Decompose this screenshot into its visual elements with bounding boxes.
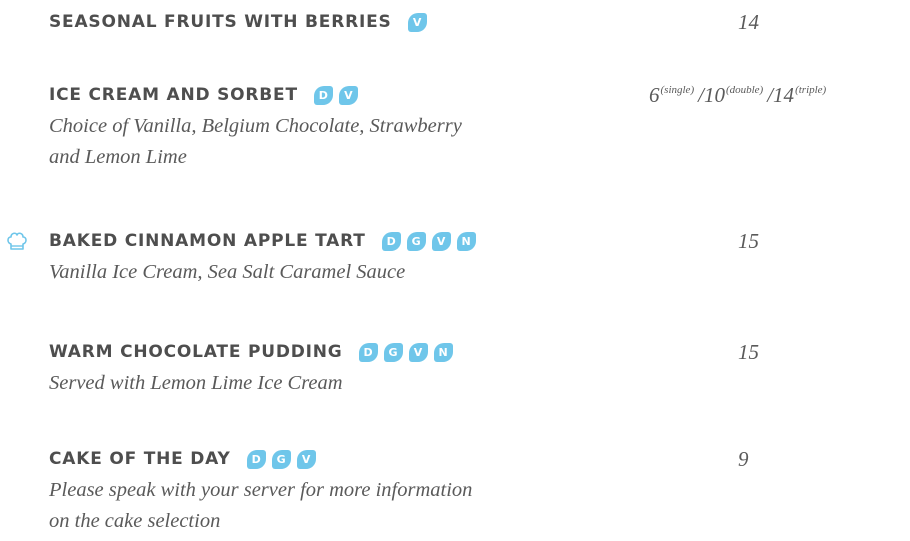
menu-item-seasonal-fruits: SEASONAL FRUITS WITH BERRIES V 14 xyxy=(49,9,909,35)
item-header: WARM CHOCOLATE PUDDING D G V N xyxy=(49,339,909,365)
menu-item-cake-of-the-day: CAKE OF THE DAY D G V Please speak with … xyxy=(49,446,909,537)
item-price: 6(single)/10(double)/14(triple) xyxy=(649,83,830,108)
description-line: and Lemon Lime xyxy=(49,146,187,168)
dietary-badges: D G V N xyxy=(358,342,459,362)
gluten-badge: G xyxy=(271,449,291,469)
description-line: Served with Lemon Lime Ice Cream xyxy=(49,372,343,394)
vegetarian-badge: V xyxy=(338,85,358,105)
item-description: Served with Lemon Lime Ice Cream xyxy=(49,368,909,399)
item-price: 9 xyxy=(738,447,749,471)
price-note-triple: (triple) xyxy=(795,84,827,96)
item-description: Choice of Vanilla, Belgium Chocolate, St… xyxy=(49,111,909,173)
item-name: BAKED CINNAMON APPLE TART xyxy=(49,231,366,251)
item-price: 15 xyxy=(738,340,759,364)
menu-item-apple-tart: BAKED CINNAMON APPLE TART D G V N Vanill… xyxy=(7,228,909,288)
gluten-badge: G xyxy=(406,231,426,251)
price-double: /10 xyxy=(698,83,725,107)
menu-item-ice-cream-sorbet: ICE CREAM AND SORBET D V Choice of Vanil… xyxy=(49,82,909,173)
price-single: 6 xyxy=(649,83,660,107)
dietary-badges: D G V N xyxy=(381,231,482,251)
item-price: 15 xyxy=(738,229,759,253)
price-note-single: (single) xyxy=(660,84,695,96)
description-line: Choice of Vanilla, Belgium Chocolate, St… xyxy=(49,115,462,137)
item-header: BAKED CINNAMON APPLE TART D G V N xyxy=(49,228,909,254)
dairy-badge: D xyxy=(246,449,266,469)
item-header: CAKE OF THE DAY D G V xyxy=(49,446,909,472)
nut-badge: N xyxy=(456,231,476,251)
gluten-badge: G xyxy=(383,342,403,362)
dairy-badge: D xyxy=(313,85,333,105)
item-price: 14 xyxy=(738,10,759,34)
item-name: CAKE OF THE DAY xyxy=(49,449,231,469)
dietary-badges: D G V xyxy=(246,449,322,469)
vegetarian-badge: V xyxy=(407,12,427,32)
dairy-badge: D xyxy=(381,231,401,251)
price-note-double: (double) xyxy=(725,84,764,96)
price-triple: /14 xyxy=(767,83,795,107)
description-line: Please speak with your server for more i… xyxy=(49,479,473,501)
item-header: SEASONAL FRUITS WITH BERRIES V xyxy=(49,9,909,35)
dietary-badges: D V xyxy=(313,85,364,105)
dairy-badge: D xyxy=(358,342,378,362)
item-name: WARM CHOCOLATE PUDDING xyxy=(49,342,343,362)
description-line: Vanilla Ice Cream, Sea Salt Caramel Sauc… xyxy=(49,261,406,283)
menu-item-chocolate-pudding: WARM CHOCOLATE PUDDING D G V N Served wi… xyxy=(49,339,909,399)
description-line: on the cake selection xyxy=(49,510,221,532)
item-name: ICE CREAM AND SORBET xyxy=(49,85,298,105)
item-name: SEASONAL FRUITS WITH BERRIES xyxy=(49,12,392,32)
vegetarian-badge: V xyxy=(431,231,451,251)
chef-hat-icon xyxy=(7,232,27,250)
vegetarian-badge: V xyxy=(408,342,428,362)
item-description: Vanilla Ice Cream, Sea Salt Caramel Sauc… xyxy=(49,257,909,288)
vegetarian-badge: V xyxy=(296,449,316,469)
item-description: Please speak with your server for more i… xyxy=(49,475,909,537)
dietary-badges: V xyxy=(407,12,433,32)
nut-badge: N xyxy=(433,342,453,362)
